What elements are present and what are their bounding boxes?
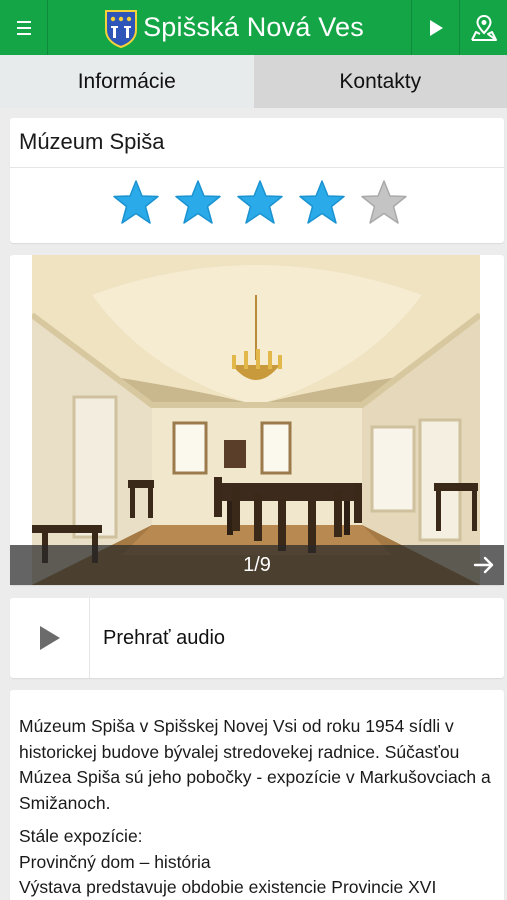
menu-button[interactable] [0, 0, 48, 55]
photo-gallery[interactable]: 1/9 [10, 255, 504, 585]
description-card: Múzeum Spiša v Spišskej Novej Vsi od rok… [10, 690, 504, 900]
gallery-counter: 1/9 [243, 553, 271, 576]
exhibition-name: Provinčný dom – história [19, 851, 211, 872]
place-name: Múzeum Spiša [10, 118, 504, 168]
gallery-navigation-bar: 1/9 [10, 545, 504, 585]
audio-play-button[interactable] [10, 598, 90, 678]
star-filled-icon[interactable] [112, 179, 160, 225]
play-tour-button[interactable] [411, 0, 459, 55]
tab-kontakty[interactable]: Kontakty [253, 55, 507, 108]
app-title-area: Spišská Nová Ves [48, 8, 411, 48]
place-header-card: Múzeum Spiša [10, 118, 504, 243]
gallery-photo[interactable] [32, 255, 480, 585]
museum-hall-photo [32, 255, 480, 585]
description-paragraph: Múzeum Spiša v Spišskej Novej Vsi od rok… [19, 716, 491, 813]
star-empty-icon[interactable] [360, 179, 408, 225]
map-button[interactable] [459, 0, 507, 55]
arrow-right-icon[interactable] [472, 553, 496, 577]
exhibition-description: Výstava predstavuje obdobie existencie P… [19, 877, 437, 897]
map-marker-icon [470, 14, 497, 41]
permanent-exhibitions-heading: Stále expozície: [19, 826, 143, 846]
audio-label[interactable]: Prehrať audio [90, 627, 225, 650]
star-filled-icon[interactable] [236, 179, 284, 225]
tab-bar: Informácie Kontakty [0, 55, 507, 108]
rating-stars[interactable] [10, 179, 504, 225]
tab-informacie[interactable]: Informácie [0, 55, 254, 108]
audio-player-card[interactable]: Prehrať audio [10, 598, 504, 678]
play-icon [39, 626, 60, 650]
star-filled-icon[interactable] [174, 179, 222, 225]
hamburger-menu-icon [16, 19, 31, 37]
description-details: Stále expozície: Provinčný dom – históri… [19, 824, 494, 900]
app-bar: Spišská Nová Ves [0, 0, 507, 55]
app-title: Spišská Nová Ves [143, 12, 364, 42]
coat-of-arms-icon [105, 9, 138, 48]
play-icon [429, 19, 443, 36]
star-filled-icon[interactable] [298, 179, 346, 225]
